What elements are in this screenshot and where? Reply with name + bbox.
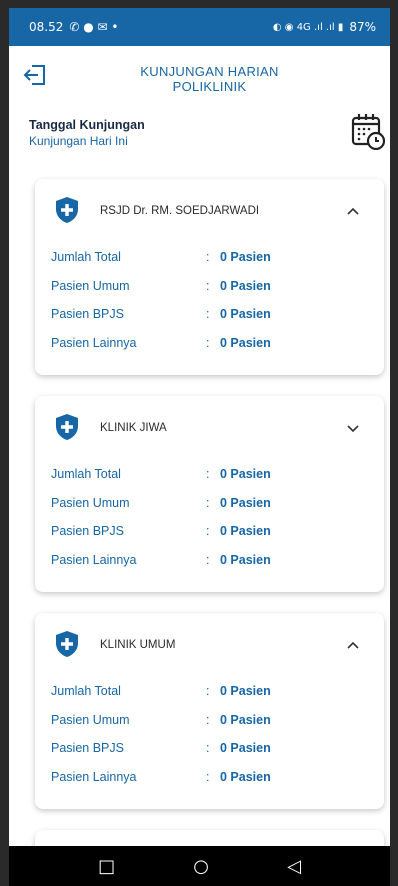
system-back-button[interactable]: ◁ — [287, 856, 301, 877]
stat-colon: : — [206, 495, 210, 510]
card-title: RSJD Dr. RM. SOEDJARWADI — [100, 205, 260, 217]
stat-value: 0 Pasien — [220, 495, 271, 510]
battery-level: 87% — [349, 20, 376, 34]
stat-label: Pasien Umum — [51, 495, 130, 510]
app-screen: 08.52 ✆ ● ✉ • ◐ ◉ 4G .ıl .ıl ▮ 87% KUNJU… — [9, 8, 390, 886]
stat-row: Pasien BPJS:0 Pasien — [51, 734, 384, 763]
stat-label: Jumlah Total — [51, 467, 121, 482]
stat-value: 0 Pasien — [220, 278, 271, 293]
stat-label: Pasien Umum — [51, 712, 130, 727]
stat-row: Pasien Umum:0 Pasien — [51, 489, 384, 518]
stat-value: 0 Pasien — [220, 335, 271, 350]
stat-value: 0 Pasien — [220, 684, 271, 699]
stat-row: Pasien Lainnya:0 Pasien — [51, 763, 384, 792]
signal-icons: ◐ ◉ 4G .ıl .ıl ▮ — [272, 21, 344, 33]
card-klinik-umum: KLINIK UMUM Jumlah Total:0 Pasien Pasien… — [35, 613, 384, 809]
calendar-clock-icon[interactable] — [351, 112, 385, 150]
card-rsjd: RSJD Dr. RM. SOEDJARWADI Jumlah Total:0 … — [35, 179, 384, 375]
stat-label: Pasien Lainnya — [51, 769, 137, 784]
notification-icons: ✆ ● ✉ • — [69, 20, 119, 34]
stat-row: Jumlah Total:0 Pasien — [51, 243, 384, 272]
page-title: KUNJUNGAN HARIAN POLIKLINIK — [69, 64, 350, 94]
title-line-1: KUNJUNGAN HARIAN — [140, 64, 279, 79]
stat-colon: : — [206, 467, 210, 482]
stat-row: Pasien BPJS:0 Pasien — [51, 517, 384, 546]
chevron-down-icon[interactable] — [346, 423, 360, 433]
shield-plus-icon — [56, 414, 78, 440]
visit-date-info: Tanggal Kunjungan Kunjungan Hari Ini — [29, 118, 145, 148]
shield-plus-icon — [56, 197, 78, 223]
card-header[interactable]: RSJD Dr. RM. SOEDJARWADI — [35, 179, 384, 243]
stat-colon: : — [206, 524, 210, 539]
stat-colon: : — [206, 684, 210, 699]
stat-label: Pasien BPJS — [51, 307, 124, 322]
stat-value: 0 Pasien — [220, 552, 271, 567]
stat-colon: : — [206, 552, 210, 567]
stat-label: Jumlah Total — [51, 684, 121, 699]
stat-colon: : — [206, 712, 210, 727]
system-nav-bar: □ ○ ◁ — [9, 846, 390, 886]
stat-value: 0 Pasien — [220, 769, 271, 784]
stat-value: 0 Pasien — [220, 250, 271, 265]
recents-button[interactable]: □ — [98, 856, 115, 877]
card-klinik-jiwa: KLINIK JIWA Jumlah Total:0 Pasien Pasien… — [35, 396, 384, 592]
status-time: 08.52 — [29, 20, 64, 34]
stat-value: 0 Pasien — [220, 712, 271, 727]
stat-row: Pasien Umum:0 Pasien — [51, 272, 384, 301]
stat-colon: : — [206, 307, 210, 322]
stat-row: Pasien Lainnya:0 Pasien — [51, 546, 384, 575]
stat-row: Pasien Lainnya:0 Pasien — [51, 329, 384, 358]
stat-label: Jumlah Total — [51, 250, 121, 265]
stat-label: Pasien BPJS — [51, 741, 124, 756]
stat-colon: : — [206, 741, 210, 756]
stat-colon: : — [206, 278, 210, 293]
title-line-2: POLIKLINIK — [172, 79, 247, 94]
stat-colon: : — [206, 335, 210, 350]
stat-row: Jumlah Total:0 Pasien — [51, 460, 384, 489]
app-bar: KUNJUNGAN HARIAN POLIKLINIK — [9, 46, 390, 102]
visit-date-label: Tanggal Kunjungan — [29, 118, 145, 132]
card-title: KLINIK UMUM — [100, 639, 176, 651]
stat-value: 0 Pasien — [220, 467, 271, 482]
stat-label: Pasien Lainnya — [51, 552, 137, 567]
stat-label: Pasien Lainnya — [51, 335, 137, 350]
stat-value: 0 Pasien — [220, 741, 271, 756]
chevron-up-icon[interactable] — [346, 640, 360, 650]
stat-row: Pasien BPJS:0 Pasien — [51, 300, 384, 329]
status-bar: 08.52 ✆ ● ✉ • ◐ ◉ 4G .ıl .ıl ▮ 87% — [9, 8, 390, 46]
visit-date-value: Kunjungan Hari Ini — [29, 134, 128, 148]
card-header[interactable]: KLINIK UMUM — [35, 613, 384, 677]
card-header[interactable]: KLINIK JIWA — [35, 396, 384, 460]
stat-row: Jumlah Total:0 Pasien — [51, 677, 384, 706]
stat-label: Pasien Umum — [51, 278, 130, 293]
shield-plus-icon — [56, 631, 78, 657]
stat-value: 0 Pasien — [220, 524, 271, 539]
chevron-up-icon[interactable] — [346, 206, 360, 216]
stat-colon: : — [206, 250, 210, 265]
card-title: KLINIK JIWA — [100, 422, 167, 434]
stat-row: Pasien Umum:0 Pasien — [51, 706, 384, 735]
home-button[interactable]: ○ — [193, 856, 209, 877]
stat-label: Pasien BPJS — [51, 524, 124, 539]
stat-value: 0 Pasien — [220, 307, 271, 322]
stat-colon: : — [206, 769, 210, 784]
back-arrow-icon[interactable] — [23, 64, 47, 86]
